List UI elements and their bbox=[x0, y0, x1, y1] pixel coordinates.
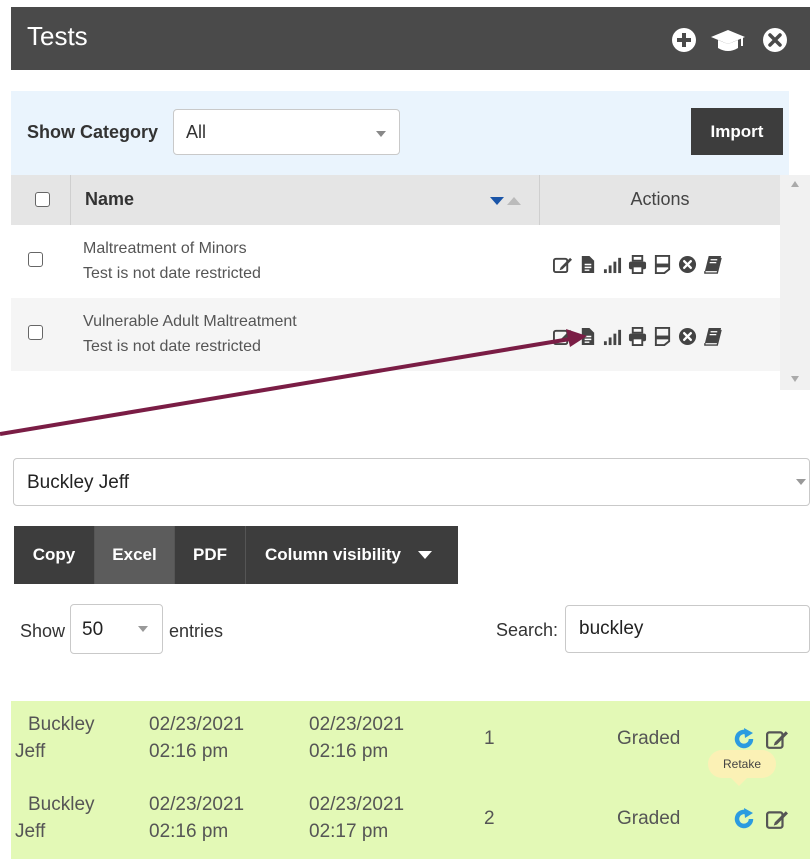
test-subtitle: Test is not date restricted bbox=[83, 265, 261, 282]
vertical-scrollbar[interactable] bbox=[780, 175, 810, 390]
bar-chart-icon[interactable] bbox=[603, 255, 622, 274]
test-name: Maltreatment of Minors bbox=[83, 240, 247, 257]
category-selected-value: All bbox=[186, 122, 207, 142]
pdf-button[interactable]: PDF bbox=[175, 526, 246, 584]
end-date: 02/23/2021 bbox=[309, 714, 405, 735]
column-visibility-label: Column visibility bbox=[265, 545, 402, 564]
entries-value: 50 bbox=[82, 619, 104, 640]
row-checkbox[interactable] bbox=[28, 252, 43, 267]
import-button[interactable]: Import bbox=[691, 108, 783, 155]
retake-icon[interactable] bbox=[733, 808, 755, 830]
name-column-header[interactable]: Name bbox=[85, 189, 134, 210]
annotation-arrow bbox=[0, 329, 587, 436]
status-cell: Graded bbox=[617, 808, 681, 829]
edit-icon[interactable] bbox=[553, 255, 572, 274]
show-entries-label: Show bbox=[20, 621, 66, 641]
caret-down-icon bbox=[418, 551, 433, 559]
edit-icon[interactable] bbox=[766, 808, 788, 830]
attempt-cell: 2 bbox=[484, 808, 495, 829]
category-select[interactable]: All bbox=[173, 109, 400, 155]
start-time: 02:16 pm bbox=[149, 821, 229, 842]
scroll-up-icon[interactable] bbox=[790, 180, 800, 188]
student-last-name: Buckley bbox=[28, 714, 95, 735]
end-time: 02:17 pm bbox=[309, 821, 389, 842]
test-row: Maltreatment of Minors Test is not date … bbox=[11, 225, 780, 298]
retake-icon[interactable] bbox=[733, 728, 755, 750]
column-divider bbox=[70, 175, 71, 225]
panel-title: Tests bbox=[27, 21, 88, 51]
search-label: Search: bbox=[496, 620, 559, 640]
student-select[interactable]: Buckley Jeff bbox=[13, 458, 810, 506]
select-all-checkbox[interactable] bbox=[35, 192, 50, 207]
tests-panel-header: Tests bbox=[11, 7, 810, 70]
status-cell: Graded bbox=[617, 728, 681, 749]
delete-icon[interactable] bbox=[678, 255, 697, 274]
book-icon[interactable] bbox=[703, 255, 722, 274]
student-name-cell: Buckley Jeff bbox=[11, 791, 121, 845]
print-icon[interactable] bbox=[628, 254, 647, 274]
document-icon[interactable] bbox=[578, 255, 597, 274]
start-cell: 02/23/2021 02:16 pm bbox=[149, 711, 244, 765]
student-first-name: Jeff bbox=[15, 821, 46, 842]
start-cell: 02/23/2021 02:16 pm bbox=[149, 791, 244, 845]
chevron-down-icon bbox=[796, 479, 806, 485]
category-filter-bar: Show Category All Import bbox=[11, 91, 789, 175]
attempt-cell: 1 bbox=[484, 728, 495, 749]
actions-column-header: Actions bbox=[630, 189, 690, 209]
student-last-name: Buckley bbox=[28, 794, 95, 815]
student-first-name: Jeff bbox=[15, 741, 46, 762]
column-visibility-button[interactable]: Column visibility bbox=[246, 526, 458, 584]
row-actions bbox=[553, 253, 722, 275]
student-name-cell: Buckley Jeff bbox=[11, 711, 121, 765]
tests-table-header: Name Actions bbox=[11, 175, 780, 225]
bar-chart-icon[interactable] bbox=[603, 327, 622, 346]
edit-icon[interactable] bbox=[766, 728, 788, 750]
end-cell: 02/23/2021 02:16 pm bbox=[309, 711, 404, 765]
table-row: Buckley Jeff 02/23/2021 02:16 pm 02/23/2… bbox=[11, 780, 810, 859]
sort-icon[interactable] bbox=[490, 195, 524, 207]
end-time: 02:16 pm bbox=[309, 741, 389, 762]
table-row: Buckley Jeff 02/23/2021 02:16 pm 02/23/2… bbox=[11, 701, 810, 780]
student-selected-value: Buckley Jeff bbox=[27, 472, 130, 493]
chevron-down-icon bbox=[376, 131, 386, 137]
close-circle-icon[interactable] bbox=[762, 27, 788, 53]
entries-select[interactable]: 50 bbox=[70, 604, 163, 654]
plus-circle-icon[interactable] bbox=[671, 27, 697, 53]
end-cell: 02/23/2021 02:17 pm bbox=[309, 791, 404, 845]
excel-button[interactable]: Excel bbox=[95, 526, 175, 584]
answer-key-icon[interactable] bbox=[653, 326, 672, 346]
entries-suffix-label: entries bbox=[169, 621, 224, 641]
tooltip-tail bbox=[730, 777, 748, 786]
start-date: 02/23/2021 bbox=[149, 714, 245, 735]
end-date: 02/23/2021 bbox=[309, 794, 405, 815]
scroll-down-icon[interactable] bbox=[790, 375, 800, 383]
copy-button[interactable]: Copy bbox=[14, 526, 95, 584]
print-icon[interactable] bbox=[628, 326, 647, 346]
book-icon[interactable] bbox=[703, 327, 722, 346]
answer-key-icon[interactable] bbox=[653, 254, 672, 274]
chevron-down-icon bbox=[138, 626, 148, 632]
delete-icon[interactable] bbox=[678, 327, 697, 346]
graduation-cap-icon[interactable] bbox=[710, 28, 746, 54]
search-input[interactable] bbox=[565, 605, 810, 653]
retake-tooltip: Retake bbox=[708, 750, 776, 778]
category-label: Show Category bbox=[27, 122, 159, 142]
start-date: 02/23/2021 bbox=[149, 794, 245, 815]
start-time: 02:16 pm bbox=[149, 741, 229, 762]
